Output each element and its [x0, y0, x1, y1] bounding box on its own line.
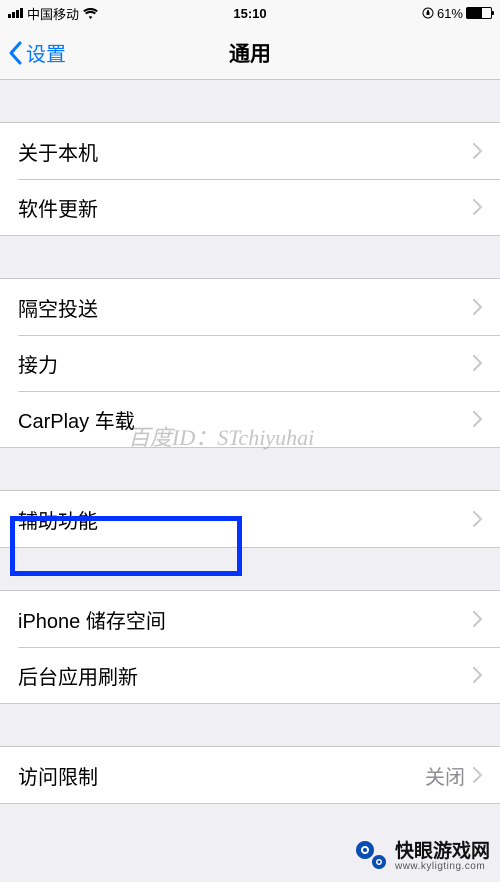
battery-icon — [466, 7, 492, 19]
signal-icon — [8, 8, 23, 18]
cell-accessibility[interactable]: 辅助功能 — [0, 491, 500, 547]
cell-handoff[interactable]: 接力 — [0, 335, 500, 391]
chevron-right-icon — [473, 355, 482, 371]
chevron-right-icon — [473, 199, 482, 215]
back-chevron-icon — [8, 41, 22, 65]
chevron-right-icon — [473, 411, 482, 427]
chevron-right-icon — [473, 767, 482, 783]
cell-label: 辅助功能 — [18, 505, 473, 534]
back-label: 设置 — [26, 38, 66, 67]
cell-label: 访问限制 — [18, 761, 425, 790]
nav-bar: 设置 通用 — [0, 26, 500, 80]
status-right: 61% — [331, 6, 492, 21]
section-about: 关于本机 软件更新 — [0, 122, 500, 236]
brand-name: 快眼游戏网 — [395, 836, 490, 863]
wifi-icon — [83, 8, 98, 19]
page-title: 通用 — [229, 38, 271, 68]
cell-restrictions[interactable]: 访问限制 关闭 — [0, 747, 500, 803]
section-connectivity: 隔空投送 接力 CarPlay 车载 — [0, 278, 500, 448]
cell-label: 接力 — [18, 349, 473, 378]
cell-about[interactable]: 关于本机 — [0, 123, 500, 179]
chevron-right-icon — [473, 667, 482, 683]
orientation-lock-icon — [422, 7, 434, 19]
cell-storage[interactable]: iPhone 储存空间 — [0, 591, 500, 647]
cell-airdrop[interactable]: 隔空投送 — [0, 279, 500, 335]
brand-logo-icon — [353, 836, 389, 872]
status-time: 15:10 — [169, 6, 330, 21]
chevron-right-icon — [473, 611, 482, 627]
cell-software-update[interactable]: 软件更新 — [0, 179, 500, 235]
section-accessibility: 辅助功能 — [0, 490, 500, 548]
status-bar: 中国移动 15:10 61% — [0, 0, 500, 26]
chevron-right-icon — [473, 511, 482, 527]
chevron-right-icon — [473, 299, 482, 315]
watermark-brand: 快眼游戏网 www.kyligting.com — [353, 836, 490, 872]
section-restrictions: 访问限制 关闭 — [0, 746, 500, 804]
cell-label: iPhone 储存空间 — [18, 605, 473, 634]
battery-pct: 61% — [437, 6, 463, 21]
cell-carplay[interactable]: CarPlay 车载 — [0, 391, 500, 447]
carrier-label: 中国移动 — [27, 4, 79, 23]
brand-url: www.kyligting.com — [395, 861, 490, 872]
section-storage: iPhone 储存空间 后台应用刷新 — [0, 590, 500, 704]
chevron-right-icon — [473, 143, 482, 159]
status-left: 中国移动 — [8, 4, 169, 23]
cell-label: 隔空投送 — [18, 293, 473, 322]
cell-label: CarPlay 车载 — [18, 405, 473, 434]
back-button[interactable]: 设置 — [8, 38, 66, 67]
cell-label: 软件更新 — [18, 193, 473, 222]
cell-value: 关闭 — [425, 761, 465, 790]
cell-label: 后台应用刷新 — [18, 661, 473, 690]
cell-background-refresh[interactable]: 后台应用刷新 — [0, 647, 500, 703]
cell-label: 关于本机 — [18, 137, 473, 166]
